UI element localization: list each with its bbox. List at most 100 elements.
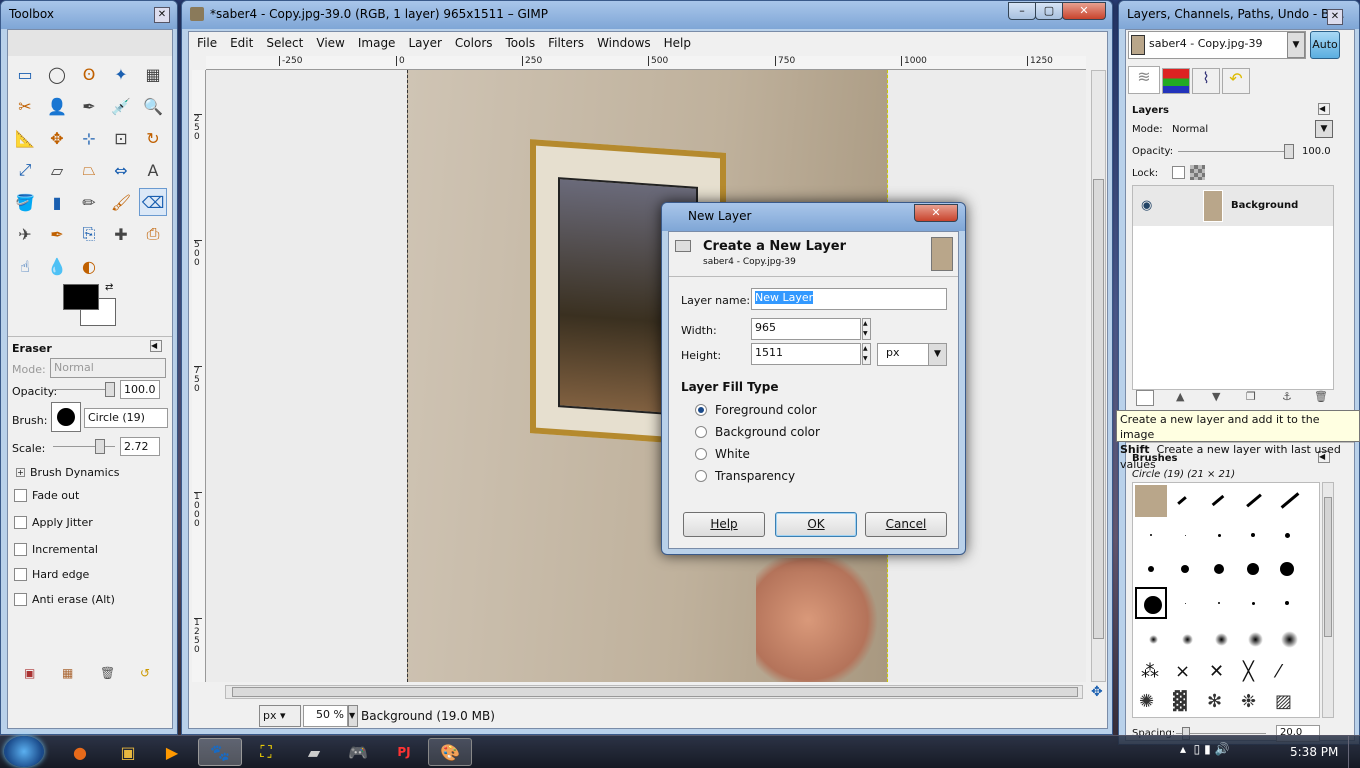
fill-radio[interactable] [695,426,707,438]
tray-arrow-icon[interactable]: ▴ [1180,742,1186,756]
eraser-tool-icon[interactable]: ⌫ [139,188,167,216]
app-taskbar-icon-2[interactable]: ▰ [292,738,336,766]
foreground-color-swatch[interactable] [63,284,99,310]
ink-tool-icon[interactable]: ✒ [43,220,71,248]
free-select-tool-icon[interactable]: ʘ [75,60,103,88]
scale-input[interactable]: 2.72 [120,437,160,456]
save-options-icon[interactable]: ▣ [24,666,35,680]
brush-item[interactable]: ▓ [1173,691,1187,712]
brush-item[interactable]: × [1175,661,1190,682]
layer-opacity-slider[interactable] [1178,144,1294,159]
opacity-slider[interactable] [53,382,115,397]
volume-icon[interactable]: 🔊 [1215,742,1230,756]
app-taskbar-icon-1[interactable]: ⛶ [244,738,288,766]
brush-item[interactable] [1271,587,1303,619]
reset-options-icon[interactable]: ↺ [140,666,150,680]
width-spinner[interactable]: ▲ ▼ [862,318,871,340]
foreground-select-tool-icon[interactable]: 👤 [43,92,71,120]
tab-undo[interactable]: ↶ [1222,68,1250,94]
brush-item[interactable] [1237,553,1269,585]
brush-item[interactable]: ╳ [1243,661,1254,682]
menu-image[interactable]: Image [358,36,396,50]
brush-item[interactable] [1135,621,1167,653]
scissors-tool-icon[interactable]: ✂ [11,92,39,120]
brush-item[interactable]: ⁂ [1141,661,1159,682]
gimp-taskbar-icon[interactable]: 🐾 [198,738,242,766]
crop-tool-icon[interactable]: ⊡ [107,124,135,152]
brush-item[interactable]: ✻ [1207,691,1222,712]
lock-alpha-icon[interactable] [1190,165,1205,180]
brush-preview-button[interactable] [51,402,81,432]
brush-item[interactable] [1169,519,1201,551]
flip-tool-icon[interactable]: ⇔ [107,156,135,184]
tab-paths[interactable]: ⌇ [1192,68,1220,94]
paintbrush-tool-icon[interactable]: 🖌 [107,188,135,216]
menu-view[interactable]: View [316,36,344,50]
menu-help[interactable]: Help [664,36,691,50]
brush-item[interactable] [1135,587,1167,619]
brush-name-field[interactable]: Circle (19) [84,408,168,428]
tab-channels[interactable] [1162,68,1190,94]
tray-device-icon[interactable]: ▯ [1194,742,1201,756]
brush-item[interactable] [1271,553,1303,585]
delete-layer-icon[interactable]: 🗑 [1314,390,1328,403]
clone-tool-icon[interactable]: ⎘ [75,220,103,248]
image-titlebar[interactable]: *saber4 - Copy.jpg-39.0 (RGB, 1 layer) 9… [182,1,1112,29]
checkbox[interactable] [14,593,27,606]
layer-opacity-value[interactable]: 100.0 [1302,146,1331,157]
brush-item[interactable] [1237,587,1269,619]
perspective-tool-icon[interactable]: ⏢ [75,156,103,184]
heal-tool-icon[interactable]: ✚ [107,220,135,248]
minimize-button[interactable]: – [1008,2,1036,20]
brush-item[interactable] [1237,621,1269,653]
new-layer-button[interactable] [1136,390,1154,406]
brush-item[interactable]: ✕ [1209,661,1224,682]
toolbox-titlebar[interactable]: Toolbox [1,1,177,29]
image-select[interactable]: saber4 - Copy.jpg-39 [1128,31,1306,59]
brush-item[interactable] [1203,621,1235,653]
color-select-tool-icon[interactable]: ▦ [139,60,167,88]
app-taskbar-icon-4[interactable]: PJ [382,738,426,766]
zoom-select[interactable]: 50 % [303,705,348,727]
mode-select[interactable]: Normal [50,358,166,378]
brush-dynamics-expander[interactable]: Brush Dynamics [30,466,119,479]
blur-tool-icon[interactable]: 💧 [43,252,71,280]
paths-tool-icon[interactable]: ✒ [75,92,103,120]
maximize-button[interactable]: ▢ [1035,2,1063,20]
shear-tool-icon[interactable]: ▱ [43,156,71,184]
measure-tool-icon[interactable]: 📐 [11,124,39,152]
menu-edit[interactable]: Edit [230,36,253,50]
panel-menu-icon[interactable]: ◀ [1318,103,1330,115]
lower-layer-icon[interactable]: ▼ [1212,390,1220,403]
ellipse-select-tool-icon[interactable]: ◯ [43,60,71,88]
unit-select[interactable]: px ▼ [877,343,947,366]
brush-item[interactable] [1203,553,1235,585]
brush-item[interactable] [1237,485,1269,517]
rotate-tool-icon[interactable]: ↻ [139,124,167,152]
auto-button[interactable]: Auto [1310,31,1340,59]
blend-tool-icon[interactable]: ▮ [43,188,71,216]
height-input[interactable]: 1511 [751,343,861,365]
eye-icon[interactable]: ◉ [1141,198,1152,213]
layer-mode-value[interactable]: Normal [1172,124,1208,135]
brush-item[interactable] [1135,485,1167,517]
explorer-taskbar-icon[interactable]: ▣ [106,738,150,766]
menu-layer[interactable]: Layer [408,36,441,50]
tab-layers[interactable]: ≋ [1128,66,1160,94]
width-input[interactable]: 965 [751,318,861,340]
checkbox[interactable] [14,543,27,556]
airbrush-tool-icon[interactable]: ✈ [11,220,39,248]
fill-radio[interactable] [695,404,707,416]
height-spinner[interactable]: ▲ ▼ [862,343,871,365]
pencil-tool-icon[interactable]: ✏ [75,188,103,216]
paint-taskbar-icon[interactable]: 🎨 [428,738,472,766]
close-icon[interactable]: ✕ [1327,9,1343,25]
vertical-scrollbar[interactable] [1091,70,1106,682]
menu-colors[interactable]: Colors [455,36,493,50]
brush-item[interactable] [1169,587,1201,619]
text-tool-icon[interactable]: A [139,156,167,184]
network-icon[interactable]: ▮ [1204,742,1211,756]
checkbox[interactable] [14,489,27,502]
brush-item[interactable] [1169,621,1201,653]
brushes-scrollbar[interactable] [1322,482,1334,718]
